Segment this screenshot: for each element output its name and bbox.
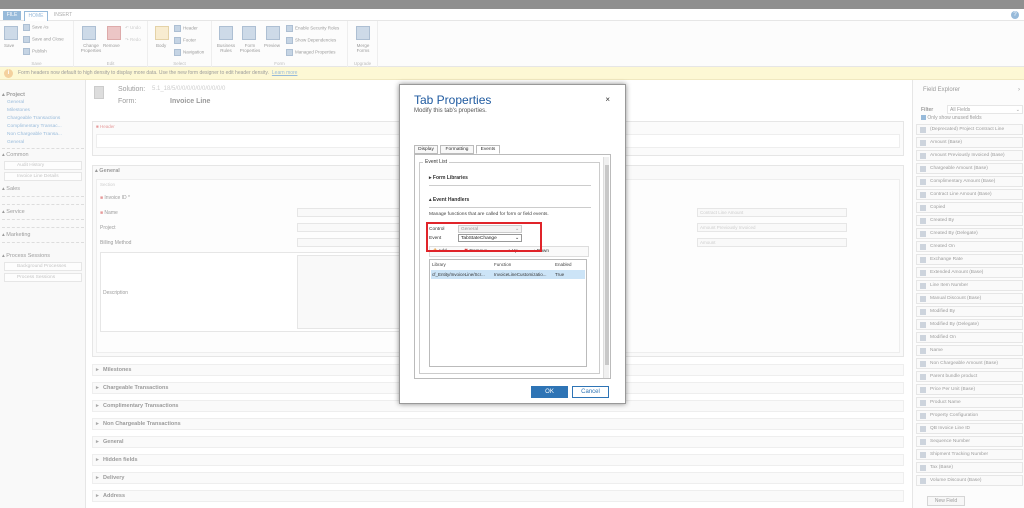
event-list-legend: Event List xyxy=(423,159,449,165)
tab-formatting[interactable]: Formatting xyxy=(440,145,474,154)
ok-button[interactable]: OK xyxy=(531,386,568,398)
table-row[interactable]: cf_Entity/InvoiceLine/Scr... InvoiceLine… xyxy=(431,270,585,279)
dialog-title: Tab Properties xyxy=(414,93,492,107)
tab-properties-dialog: Tab Properties Modify this tab's propert… xyxy=(399,84,626,404)
divider xyxy=(429,207,591,208)
close-icon[interactable]: × xyxy=(605,95,610,104)
tab-events[interactable]: Events xyxy=(476,145,500,154)
scrollbar-thumb[interactable] xyxy=(605,165,609,365)
dialog-subtitle: Modify this tab's properties. xyxy=(414,108,487,114)
handlers-description: Manage functions that are called for for… xyxy=(429,212,549,217)
cancel-button[interactable]: Cancel xyxy=(572,386,609,398)
form-libraries-toggle[interactable]: ▸ Form Libraries xyxy=(429,175,468,181)
event-handlers-label: Event Handlers xyxy=(432,197,470,203)
highlight-annotation xyxy=(426,222,542,252)
col-function: Function xyxy=(494,262,512,267)
dialog-scrollbar[interactable] xyxy=(603,157,609,378)
tab-display[interactable]: Display xyxy=(414,145,438,154)
divider xyxy=(429,185,591,186)
row-enabled: True xyxy=(555,272,565,277)
event-handlers-toggle[interactable]: ▴ Event Handlers xyxy=(429,197,469,203)
handlers-table: Library Function Enabled cf_Entity/Invoi… xyxy=(429,259,587,367)
row-function: InvoiceLineCustomizatio... xyxy=(494,272,547,277)
form-libraries-label: Form Libraries xyxy=(432,175,468,181)
row-library: cf_Entity/InvoiceLine/Scr... xyxy=(432,272,485,277)
col-enabled: Enabled xyxy=(555,262,572,267)
dialog-body: Event List ▸ Form Libraries ▴ Event Hand… xyxy=(414,154,611,379)
col-library: Library xyxy=(432,262,446,267)
